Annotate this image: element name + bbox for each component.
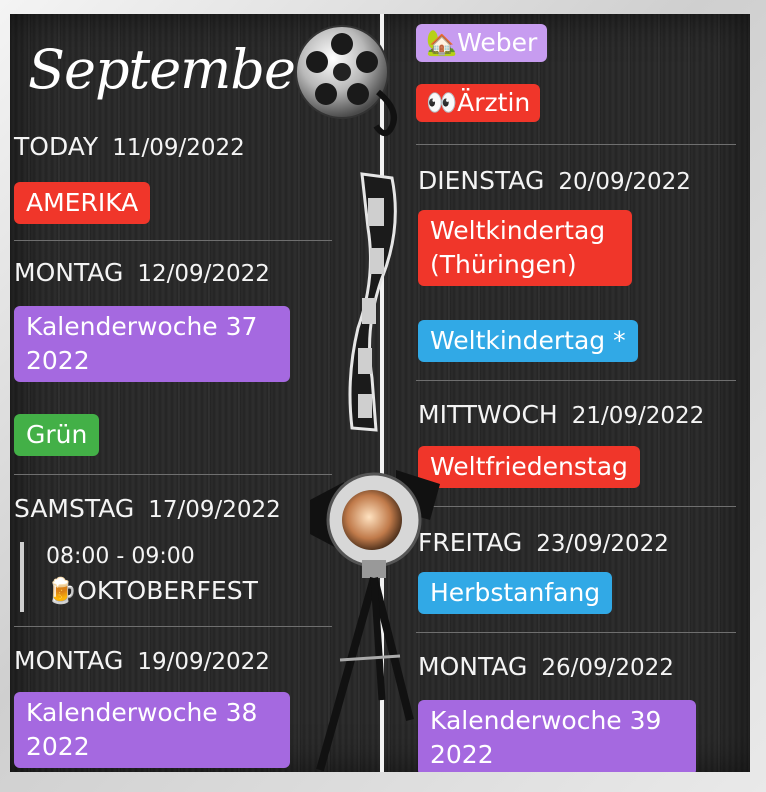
event-chip[interactable]: Weltkindertag (Thüringen) <box>418 210 632 286</box>
day-header[interactable]: DIENSTAG 20/09/2022 <box>418 166 691 195</box>
event-chip[interactable]: Kalenderwoche 37 2022 <box>14 306 290 382</box>
event-chip[interactable]: Weltfriedenstag <box>418 446 640 488</box>
day-header[interactable]: MONTAG 26/09/2022 <box>418 652 674 681</box>
day-separator <box>14 474 332 475</box>
day-header[interactable]: MONTAG 12/09/2022 <box>14 258 270 287</box>
event-chip[interactable]: 👀Ärztin <box>416 84 541 122</box>
day-header[interactable]: SAMSTAG 17/09/2022 <box>14 494 281 523</box>
timed-event-title[interactable]: 🍺OKTOBERFEST <box>46 576 258 606</box>
stage-spotlight-icon <box>310 470 440 772</box>
date-label: 17/09/2022 <box>148 497 281 523</box>
date-label: 26/09/2022 <box>541 655 674 681</box>
weekday-label: TODAY <box>14 132 99 161</box>
event-time-bar <box>20 542 24 612</box>
event-chip[interactable]: Weltkindertag * <box>418 320 638 362</box>
day-separator <box>14 626 332 627</box>
day-header[interactable]: FREITAG 23/09/2022 <box>418 528 669 557</box>
eyes-icon: 👀 <box>426 88 458 117</box>
day-separator <box>416 144 736 145</box>
weekday-label: DIENSTAG <box>418 166 545 195</box>
date-label: 21/09/2022 <box>571 403 705 429</box>
event-label: OKTOBERFEST <box>77 576 258 605</box>
event-label: Ärztin <box>457 88 531 117</box>
day-header[interactable]: TODAY 11/09/2022 <box>14 132 245 161</box>
event-chip[interactable]: Grün <box>14 414 100 456</box>
event-label: Weber <box>457 28 538 57</box>
event-chip[interactable]: Kalenderwoche 38 2022 <box>14 692 290 768</box>
day-separator <box>416 632 736 633</box>
house-tree-icon: 🏡 <box>426 28 458 57</box>
weekday-label: SAMSTAG <box>14 494 135 523</box>
day-separator <box>416 506 736 507</box>
date-label: 11/09/2022 <box>112 135 245 161</box>
weekday-label: MONTAG <box>14 258 124 287</box>
day-separator <box>416 380 736 381</box>
weekday-label: MONTAG <box>14 646 124 675</box>
weekday-label: MITTWOCH <box>418 400 558 429</box>
day-header[interactable]: MONTAG 19/09/2022 <box>14 646 270 675</box>
month-title: September <box>28 38 321 101</box>
date-label: 12/09/2022 <box>137 261 270 287</box>
film-strip-icon <box>348 172 397 432</box>
event-time[interactable]: 08:00 - 09:00 <box>46 544 195 569</box>
event-chip[interactable]: Kalenderwoche 39 2022 <box>418 700 696 772</box>
day-separator <box>14 240 332 241</box>
day-header[interactable]: MITTWOCH 21/09/2022 <box>418 400 704 429</box>
date-label: 19/09/2022 <box>137 649 270 675</box>
film-reel-icon <box>295 25 397 137</box>
event-chip[interactable]: AMERIKA <box>14 182 151 224</box>
date-label: 20/09/2022 <box>558 169 691 195</box>
beer-mug-icon: 🍺 <box>46 576 78 605</box>
event-chip[interactable]: 🏡Weber <box>416 24 548 62</box>
date-label: 23/09/2022 <box>536 531 669 557</box>
